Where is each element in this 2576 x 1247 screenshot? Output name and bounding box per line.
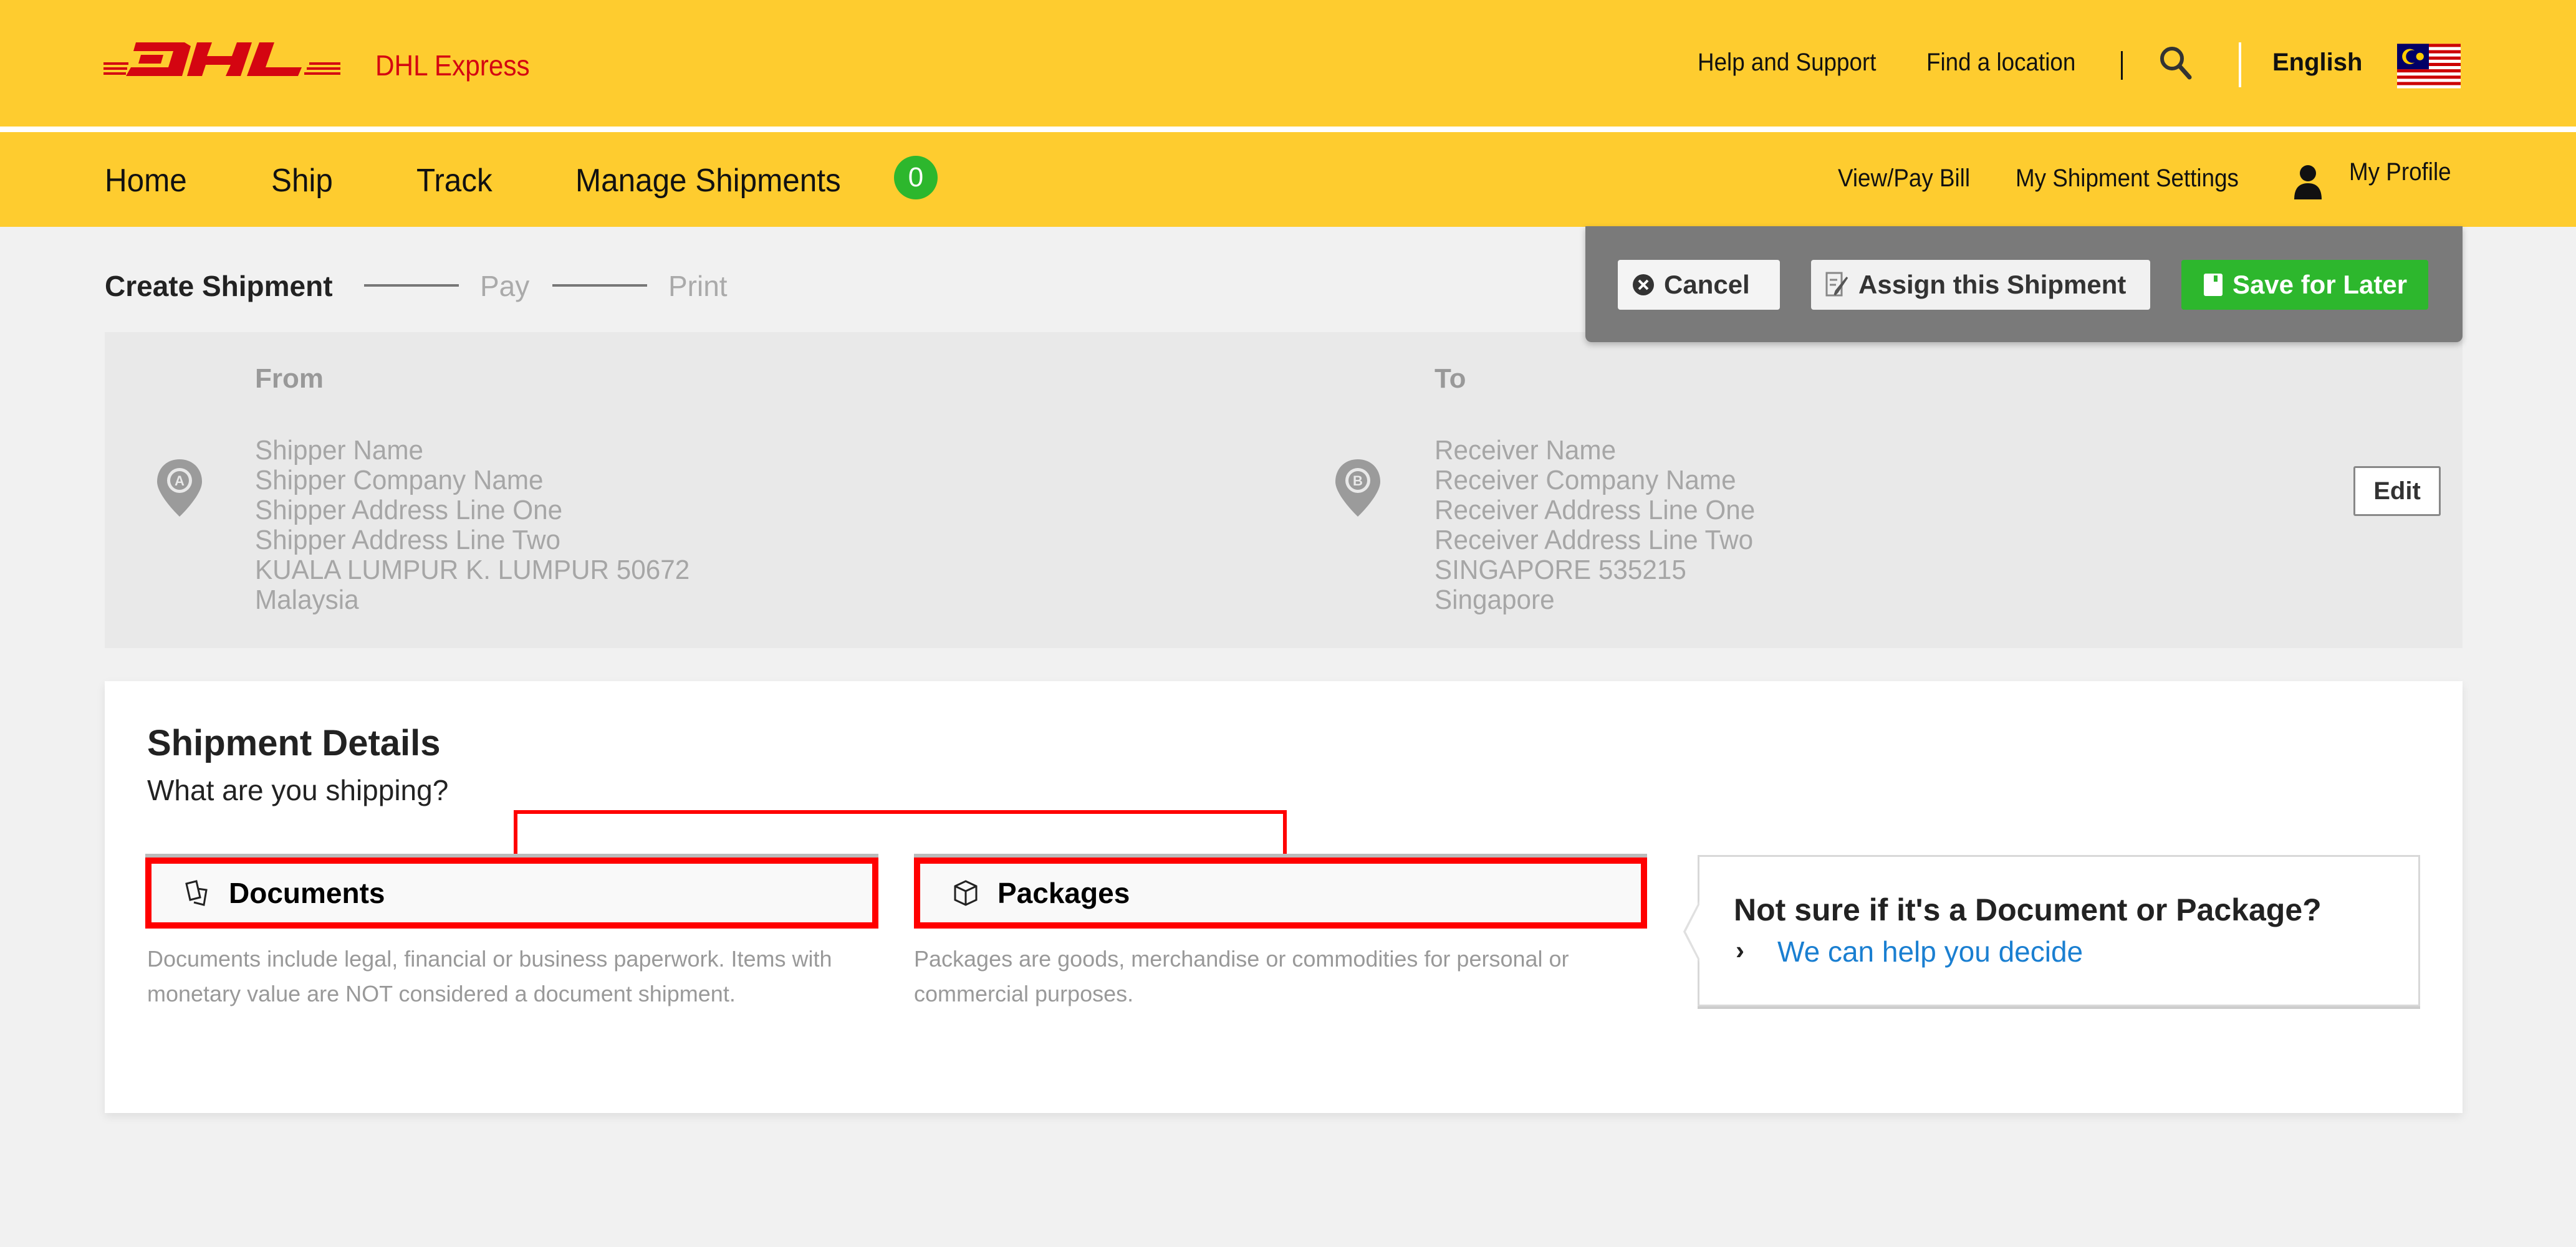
manage-shipments-count-badge: 0 [894,156,938,199]
address-summary-panel: A From Shipper Name Shipper Company Name… [105,332,2463,648]
help-decide-link[interactable]: We can help you decide [1777,935,2083,968]
header-divider [0,127,2576,132]
package-box-icon [954,880,978,906]
save-icon [2203,274,2223,296]
assign-label: Assign this Shipment [1858,270,2127,299]
header-separator [2121,51,2123,80]
edit-document-icon [1825,272,1848,297]
documents-icon [185,880,208,906]
packages-description: Packages are goods, merchandise or commo… [914,946,1569,1006]
from-line: Shipper Address Line One [255,495,563,525]
edit-addresses-button[interactable]: Edit [2353,466,2441,516]
documents-option[interactable]: Documents [145,858,878,929]
from-line: Shipper Name [255,435,424,466]
close-circle-icon [1633,274,1654,295]
location-pin-b-icon: B [1335,459,1380,517]
brand-name: DHL Express [375,49,530,82]
nav-manage-shipments[interactable]: Manage Shipments [575,162,841,199]
save-for-later-button[interactable]: Save for Later [2181,260,2428,310]
step-create-shipment: Create Shipment [105,270,333,302]
documents-label: Documents [229,877,385,909]
from-label: From [255,363,324,394]
step-connector [364,284,459,287]
shipment-actions-panel: Cancel Assign this Shipment Save for Lat… [1585,226,2463,342]
header-separator [2239,42,2241,87]
chevron-right-icon: › [1736,935,1744,965]
save-label: Save for Later [2232,270,2408,299]
step-print: Print [668,270,728,302]
user-icon[interactable] [2292,163,2324,199]
view-pay-bill-link[interactable]: View/Pay Bill [1838,165,1970,193]
step-pay: Pay [480,270,530,302]
nav-home[interactable]: Home [105,162,187,199]
from-line: Shipper Company Name [255,465,544,495]
to-line: SINGAPORE 535215 [1435,555,1686,585]
to-line: Receiver Company Name [1435,465,1736,495]
packages-label: Packages [997,877,1130,909]
help-and-support-link[interactable]: Help and Support [1698,49,1876,77]
step-connector [552,284,647,287]
help-decide-title: Not sure if it's a Document or Package? [1734,892,2322,927]
section-subtitle: What are you shipping? [147,774,449,806]
section-title: Shipment Details [147,723,441,763]
packages-option[interactable]: Packages [914,858,1647,929]
to-line: Receiver Address Line Two [1435,525,1754,555]
pin-b-letter: B [1353,473,1363,489]
nav-ship[interactable]: Ship [271,162,333,199]
shipment-settings-link[interactable]: My Shipment Settings [2016,165,2239,193]
dhl-logo[interactable] [103,42,340,80]
from-address: Shipper Name Shipper Company Name Shippe… [255,436,690,615]
nav-track[interactable]: Track [416,162,493,199]
highlight-connector [514,810,1287,861]
to-address: Receiver Name Receiver Company Name Rece… [1435,436,1755,615]
from-line: KUALA LUMPUR K. LUMPUR 50672 [255,555,690,585]
cancel-label: Cancel [1664,270,1750,299]
shipment-details-card: Shipment Details What are you shipping? … [105,681,2463,1113]
to-line: Receiver Name [1435,435,1617,466]
from-line: Shipper Address Line Two [255,525,560,555]
language-selector[interactable]: English [2272,49,2362,77]
to-label: To [1435,363,1466,394]
pin-a-letter: A [175,473,185,489]
help-decide-box: Not sure if it's a Document or Package? … [1683,855,2420,1006]
from-line: Malaysia [255,585,359,615]
my-profile-link[interactable]: My Profile [2349,158,2451,186]
to-line: Singapore [1435,585,1555,615]
malaysia-flag-icon[interactable] [2397,44,2461,88]
location-pin-a-icon: A [157,459,202,517]
to-line: Receiver Address Line One [1435,495,1756,525]
documents-description: Documents include legal, financial or bu… [147,946,832,1006]
assign-shipment-button[interactable]: Assign this Shipment [1811,260,2150,310]
cancel-button[interactable]: Cancel [1618,260,1780,310]
find-location-link[interactable]: Find a location [1926,49,2075,77]
search-icon[interactable] [2157,44,2194,81]
